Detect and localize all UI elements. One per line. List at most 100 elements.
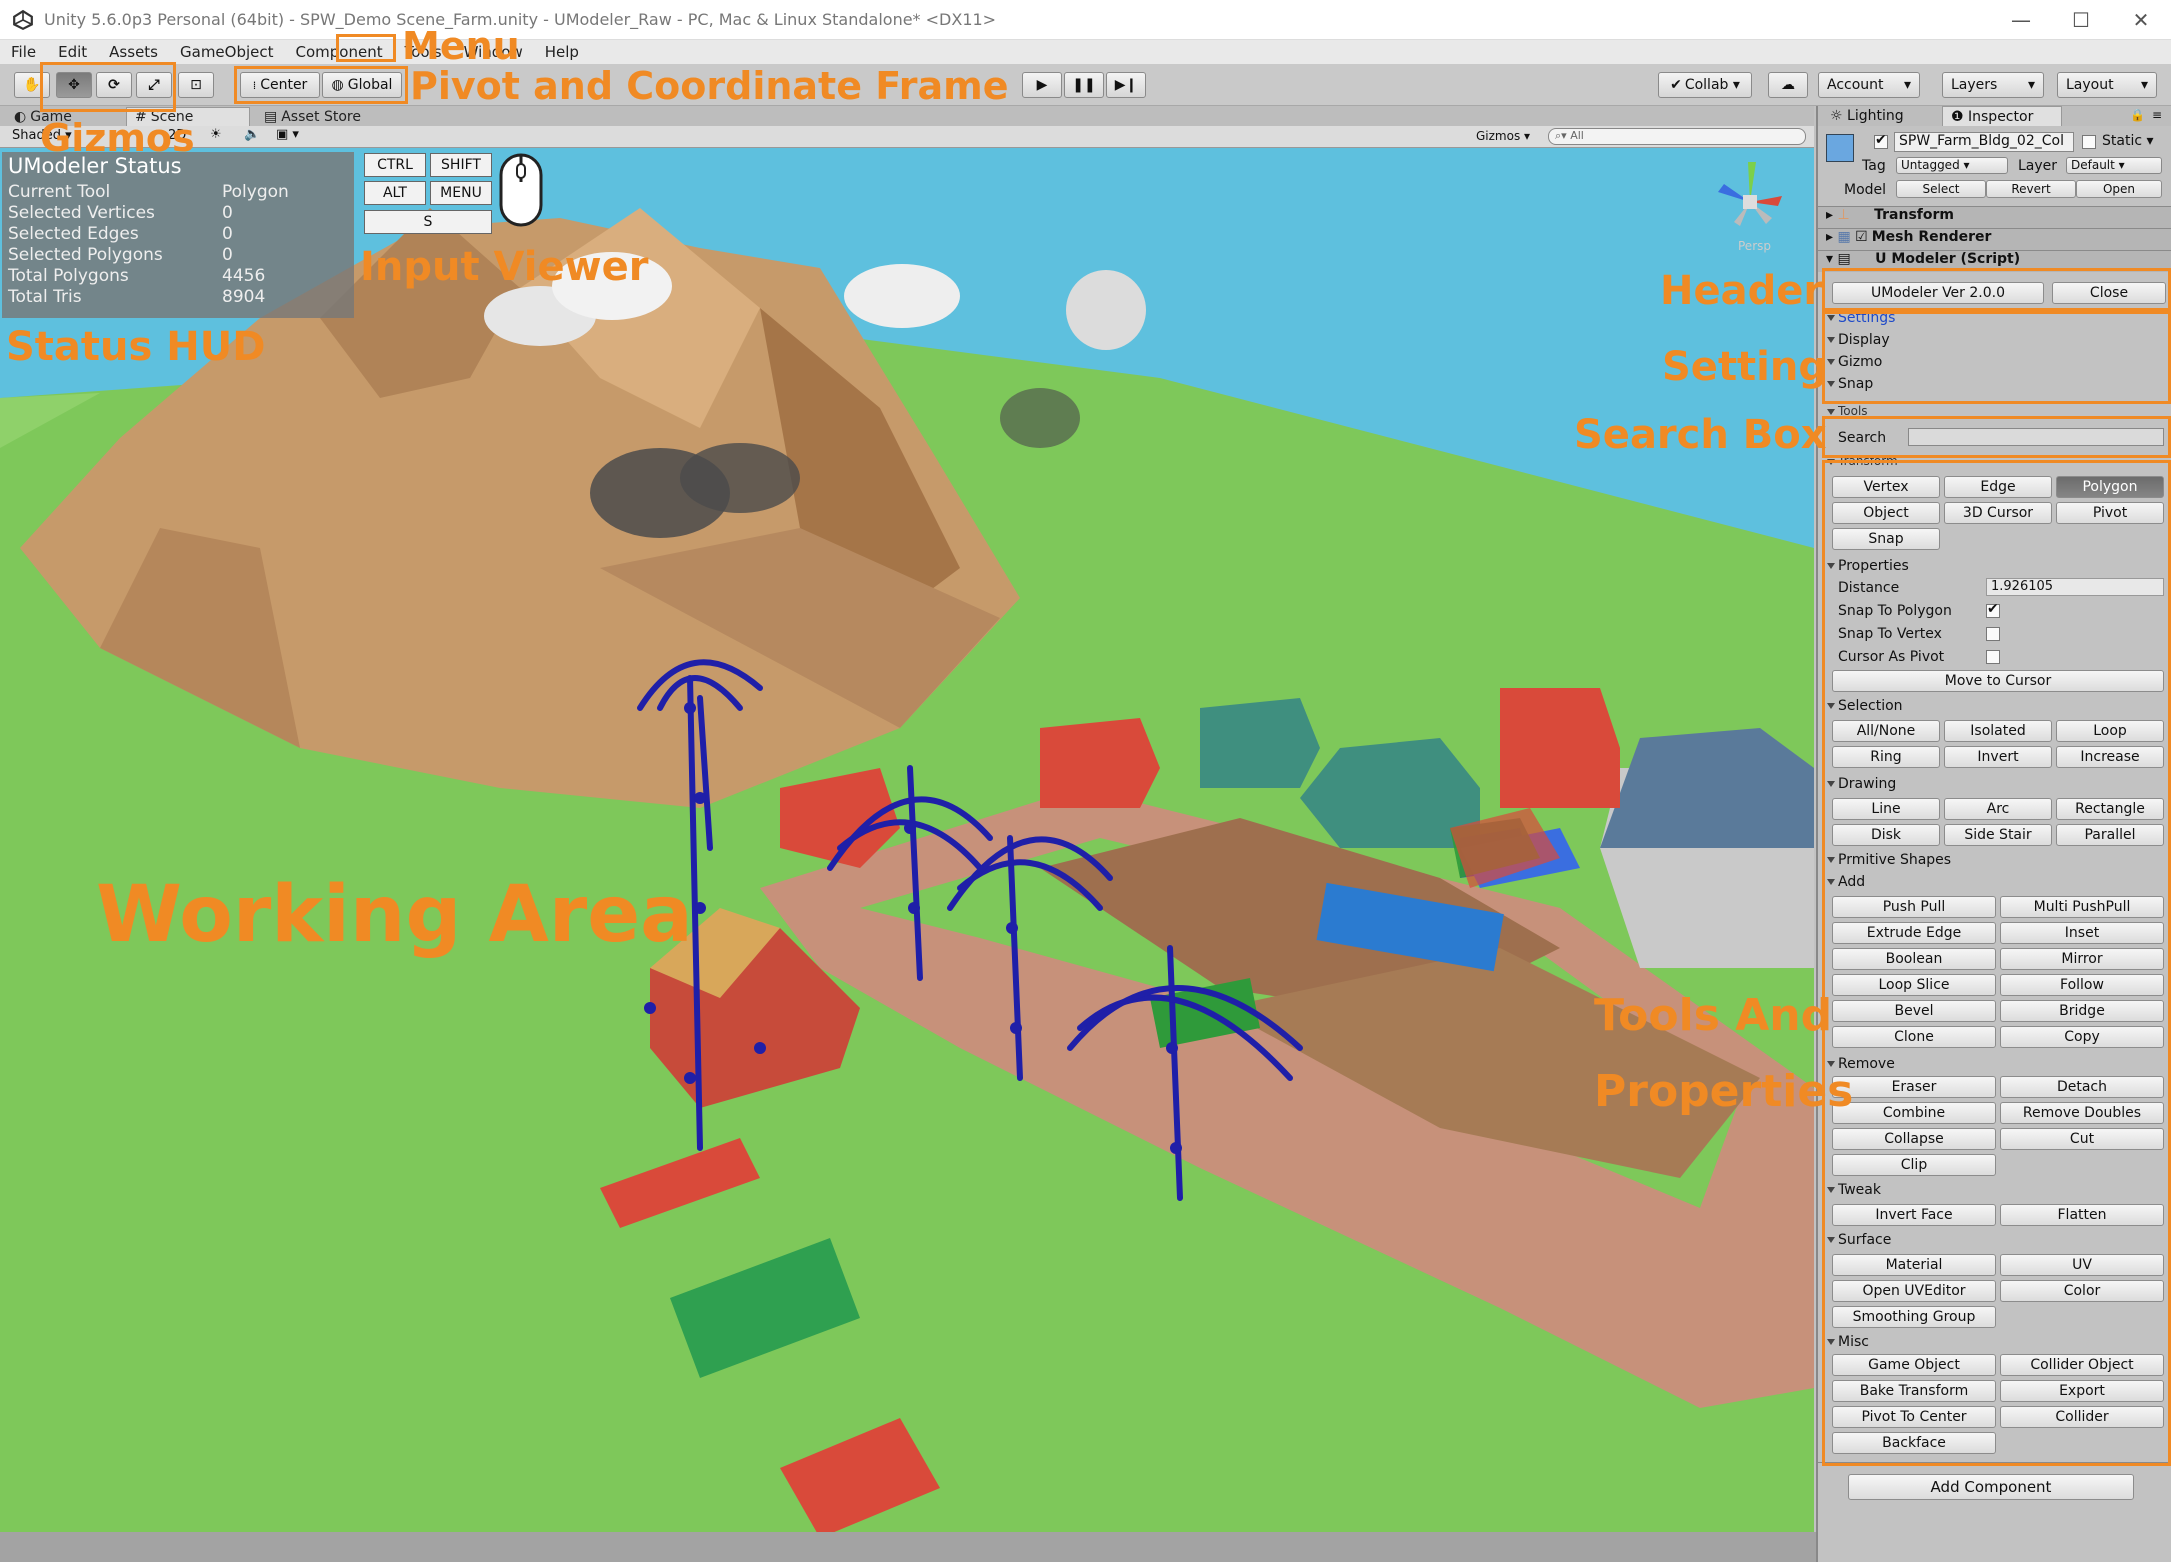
status-hud-annotation: Status HUD	[6, 324, 266, 370]
check-icon: ✔	[1875, 132, 1887, 148]
menu-assets[interactable]: Assets	[98, 43, 169, 61]
play-icon: ▶	[1036, 77, 1048, 93]
pause-button[interactable]: ❚❚	[1064, 72, 1104, 98]
menu-gameobject[interactable]: GameObject	[169, 43, 285, 61]
menu-edit[interactable]: Edit	[47, 43, 98, 61]
hud-label: Total Polygons	[8, 265, 129, 286]
hud-label: Selected Edges	[8, 223, 139, 244]
speaker-icon: 🔈	[244, 127, 261, 142]
tag-dropdown[interactable]: Untagged ▾	[1896, 157, 2008, 174]
minimize-button[interactable]: —	[1991, 8, 2051, 32]
cube-icon	[1826, 134, 1854, 162]
hud-value: 0	[222, 244, 233, 265]
header-annotation: Header	[1660, 268, 1824, 314]
check-icon: ☑	[1855, 229, 1868, 245]
menu-help[interactable]: Help	[534, 43, 590, 61]
hud-row: Selected Vertices 0	[8, 202, 348, 223]
tag-label: Tag	[1862, 158, 1886, 174]
effects-dropdown[interactable]: ▣ ▾	[276, 127, 299, 142]
panel-menu-icon[interactable]: ≡	[2152, 108, 2162, 122]
scene-search-field[interactable]: ⌕▾ All	[1548, 128, 1806, 145]
layers-label: Layers	[1951, 77, 1998, 93]
menu-file[interactable]: File	[0, 43, 47, 61]
step-icon: ▶❙	[1114, 77, 1138, 93]
model-select-button[interactable]: Select	[1896, 180, 1986, 198]
status-bar	[0, 1532, 1816, 1562]
object-name-value: SPW_Farm_Bldg_02_Col	[1899, 133, 2064, 149]
lighting-toggle[interactable]: ☀	[210, 127, 222, 142]
store-icon: ▤	[264, 108, 278, 125]
rect-tool-button[interactable]: ⊡	[178, 72, 214, 98]
setting-annotation: Setting	[1662, 344, 1827, 390]
scene-orientation-gizmo[interactable]: Persp	[1700, 152, 1810, 262]
layout-dropdown[interactable]: Layout ▾	[2057, 72, 2157, 98]
play-button[interactable]: ▶	[1022, 72, 1062, 98]
hud-value: Polygon	[222, 181, 289, 202]
lighting-icon: ☼	[1830, 108, 1848, 124]
cloud-button[interactable]: ☁	[1768, 72, 1808, 98]
setting-highlight-box	[1822, 308, 2171, 404]
scene-tab-row: ◐ Game # Scene ▤ Asset Store	[0, 106, 1814, 126]
search-icon: ⌕▾	[1555, 129, 1567, 142]
object-name-field[interactable]: SPW_Farm_Bldg_02_Col	[1894, 132, 2074, 152]
scene-view-toolbar: Shaded ▾ 2D ☀ 🔈 ▣ ▾ Gizmos ▾ ⌕▾ All	[0, 126, 1814, 148]
scene-search-placeholder: All	[1570, 129, 1584, 142]
tab-lighting-label: Lighting	[1847, 108, 1904, 124]
mouse-icon	[499, 153, 543, 227]
pivot-highlight-box	[234, 66, 408, 104]
key-shift-indicator: SHIFT	[430, 153, 492, 177]
model-revert-button[interactable]: Revert	[1986, 180, 2076, 198]
dropdown-arrow-icon: ▾	[2027, 77, 2035, 93]
tab-inspector[interactable]: ❶ Inspector	[1942, 106, 2062, 126]
add-component-button[interactable]: Add Component	[1848, 1474, 2134, 1500]
rect-icon: ⊡	[190, 77, 202, 93]
model-open-button[interactable]: Open	[2076, 180, 2162, 198]
hud-row: Selected Polygons 0	[8, 244, 348, 265]
transform-component-header[interactable]: ▸ ⊥ Transform	[1818, 206, 2171, 228]
tools-menu-highlight-box	[336, 34, 396, 62]
hud-value: 8904	[222, 286, 266, 307]
pause-icon: ❚❚	[1072, 77, 1096, 93]
mesh-renderer-component-header[interactable]: ▸ ▦ ☑ Mesh Renderer	[1818, 228, 2171, 250]
static-label-text: Static	[2102, 133, 2143, 149]
account-dropdown[interactable]: Account ▾	[1818, 72, 1920, 98]
active-checkbox[interactable]: ✔	[1874, 132, 1888, 149]
key-s-indicator: S	[364, 210, 492, 234]
pivot-annotation: Pivot and Coordinate Frame	[410, 64, 1009, 108]
dropdown-arrow-icon: ▾	[1903, 77, 1911, 93]
hud-value: 0	[222, 223, 233, 244]
static-checkbox[interactable]	[2082, 135, 2096, 149]
tools-annotation-line2: Properties	[1594, 1066, 1854, 1117]
collab-dropdown[interactable]: ✔ Collab ▾	[1658, 72, 1752, 98]
title-bar: Unity 5.6.0p3 Personal (64bit) - SPW_Dem…	[0, 0, 2171, 40]
window-title: Unity 5.6.0p3 Personal (64bit) - SPW_Dem…	[44, 10, 997, 29]
static-label: Static ▾	[2102, 133, 2154, 149]
maximize-button[interactable]: ☐	[2051, 8, 2111, 32]
tab-lighting[interactable]: ☼ Lighting	[1830, 108, 1904, 124]
dropdown-arrow-icon: ▾	[2140, 77, 2148, 93]
gizmos-annotation: Gizmos	[40, 116, 195, 160]
game-icon: ◐	[14, 108, 27, 125]
script-icon: ▤	[1837, 251, 1856, 267]
menu-annotation: Menu	[402, 24, 520, 68]
key-alt-indicator: ALT	[364, 181, 426, 205]
tools-properties-highlight-box	[1822, 460, 2171, 1466]
hud-label: Current Tool	[8, 181, 111, 202]
hud-row: Selected Edges 0	[8, 223, 348, 244]
hud-label: Total Tris	[8, 286, 82, 307]
search-box-annotation: Search Box	[1574, 412, 1827, 458]
audio-toggle[interactable]: 🔈	[244, 127, 260, 142]
layer-dropdown[interactable]: Default ▾	[2066, 157, 2162, 174]
expand-arrow-icon: ▸	[1826, 229, 1838, 245]
gizmos-dropdown[interactable]: Gizmos ▾	[1476, 129, 1530, 143]
hud-row: Total Tris 8904	[8, 286, 348, 307]
image-icon: ▣	[276, 127, 289, 142]
layers-dropdown[interactable]: Layers ▾	[1942, 72, 2044, 98]
hud-row: Total Polygons 4456	[8, 265, 348, 286]
close-window-button[interactable]: ✕	[2111, 8, 2171, 32]
lock-icon[interactable]: 🔒	[2130, 108, 2145, 122]
tab-asset-store[interactable]: ▤ Asset Store	[256, 107, 369, 126]
step-button[interactable]: ▶❙	[1106, 72, 1146, 98]
scene-viewport[interactable]: Persp	[0, 148, 1814, 1532]
tab-inspector-label: Inspector	[1968, 109, 2034, 125]
